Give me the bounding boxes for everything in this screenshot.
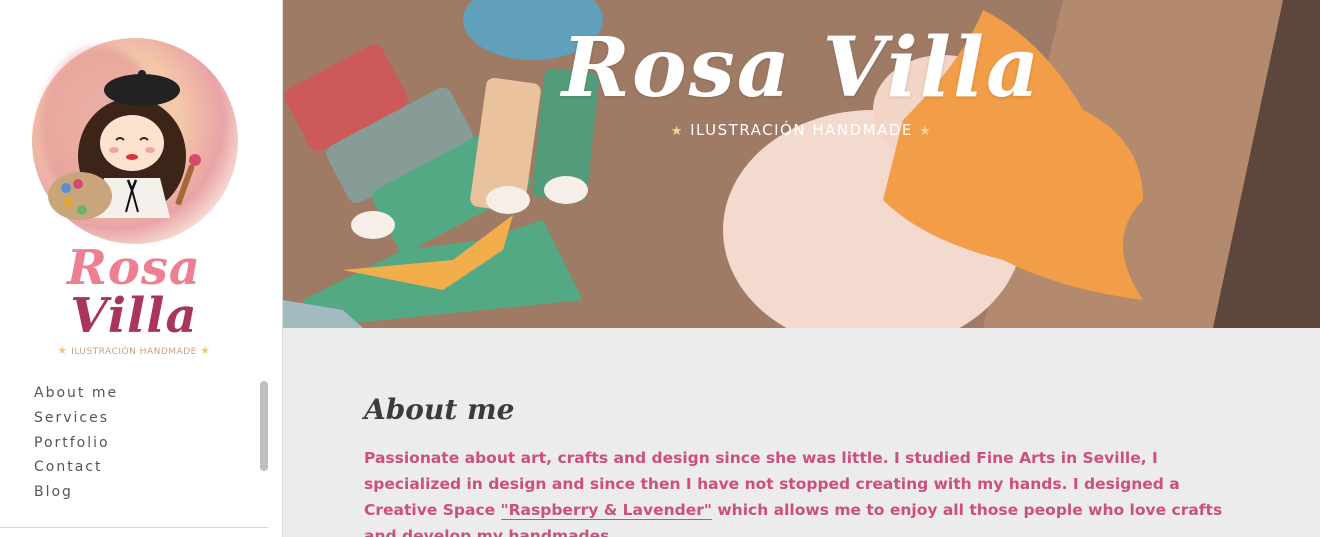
sidebar-divider bbox=[0, 527, 268, 528]
hero-title: Rosa Villa bbox=[561, 20, 1042, 116]
hero-subtitle: ★ ILUSTRACIÓN HANDMADE ★ bbox=[283, 121, 1320, 139]
star-icon: ★ bbox=[670, 124, 684, 139]
doll-illustration-icon bbox=[48, 70, 201, 220]
nav-item-blog[interactable]: Blog bbox=[34, 482, 118, 507]
raspberry-lavender-link[interactable]: "Raspberry & Lavender" bbox=[500, 501, 712, 520]
main-nav: About me Services Portfolio Contact Blog bbox=[34, 383, 118, 507]
logo-illustration[interactable] bbox=[32, 38, 238, 244]
sidebar-scrollbar[interactable] bbox=[260, 381, 268, 471]
nav-item-portfolio[interactable]: Portfolio bbox=[34, 433, 118, 458]
star-icon: ★ bbox=[57, 344, 68, 357]
sidebar: Rosa Villa ★ ILUSTRACIÓN HANDMADE ★ Abou… bbox=[0, 0, 283, 537]
logo-text-villa: Villa bbox=[70, 288, 198, 344]
about-paragraph: Passionate about art, crafts and design … bbox=[364, 445, 1244, 537]
nav-item-contact[interactable]: Contact bbox=[34, 457, 118, 482]
nav-item-services[interactable]: Services bbox=[34, 408, 118, 433]
star-icon: ★ bbox=[200, 344, 211, 357]
about-heading: About me bbox=[364, 393, 515, 426]
hero-banner: Rosa Villa ★ ILUSTRACIÓN HANDMADE ★ bbox=[283, 0, 1320, 328]
logo-tagline: ★ ILUSTRACIÓN HANDMADE ★ bbox=[0, 344, 268, 357]
logo-tagline-text: ILUSTRACIÓN HANDMADE bbox=[71, 347, 197, 357]
hero-subtitle-text: ILUSTRACIÓN HANDMADE bbox=[690, 121, 913, 139]
star-icon: ★ bbox=[919, 124, 933, 139]
nav-item-about-me[interactable]: About me bbox=[34, 383, 118, 408]
